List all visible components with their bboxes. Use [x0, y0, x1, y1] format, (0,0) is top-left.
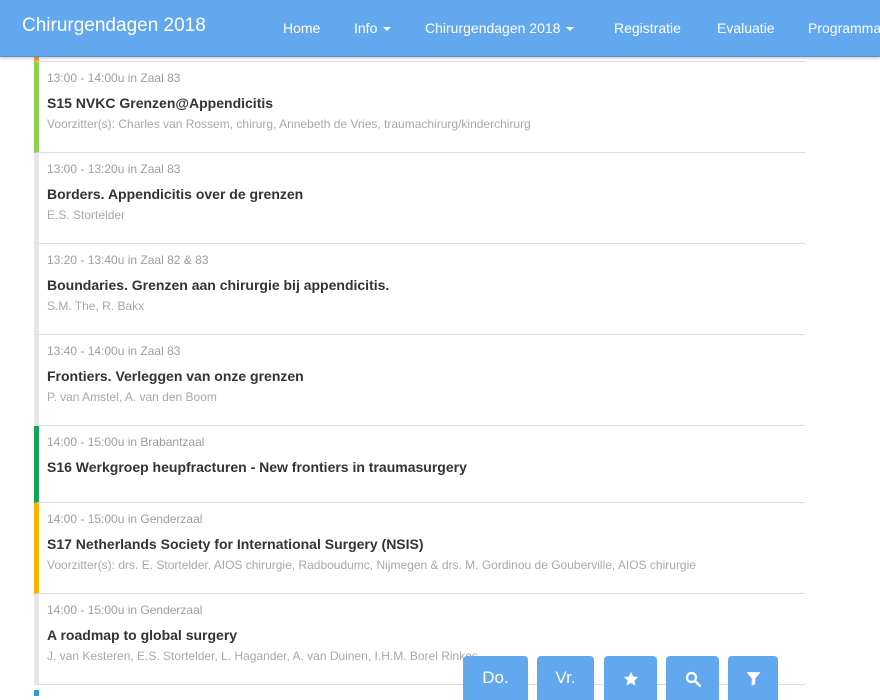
session-time: 14:00 - 15:00u in Brabantzaal: [47, 435, 205, 449]
session-title: S15 NVKC Grenzen@Appendicitis: [47, 95, 274, 111]
nav-chirurgendagen-label: Chirurgendagen 2018: [425, 20, 561, 36]
session-time: 14:00 - 15:00u in Genderzaal: [47, 512, 203, 526]
search-button[interactable]: [666, 656, 719, 700]
session-speakers: E.S. Stortelder: [47, 208, 126, 222]
session-speakers: Voorzitter(s): drs. E. Stortelder, AIOS …: [47, 558, 696, 572]
caret-down-icon: [566, 27, 575, 32]
next-session-edge: [34, 690, 39, 696]
top-navbar: Chirurgendagen 2018 Home Info Chirurgend…: [0, 0, 880, 57]
search-icon: [685, 671, 701, 687]
session-time: 13:00 - 14:00u in Zaal 83: [47, 71, 181, 85]
nav-info[interactable]: Info: [354, 20, 392, 36]
session-speakers: P. van Amstel, A. van den Boom: [47, 390, 217, 404]
session-speakers: Voorzitter(s): Charles van Rossem, chiru…: [47, 117, 531, 131]
session-list: 13:00 - 14:00u in Zaal 83 S15 NVKC Grenz…: [34, 56, 805, 685]
star-icon: [623, 671, 638, 685]
filter-icon: [745, 672, 761, 686]
session-item[interactable]: 13:20 - 13:40u in Zaal 82 & 83 Boundarie…: [34, 244, 805, 335]
session-item[interactable]: 13:00 - 14:00u in Zaal 83 S15 NVKC Grenz…: [34, 62, 805, 153]
session-time: 14:00 - 15:00u in Genderzaal: [47, 603, 203, 617]
nav-programma[interactable]: Programma: [808, 20, 880, 36]
brand-title[interactable]: Chirurgendagen 2018: [22, 15, 206, 37]
session-title: Frontiers. Verleggen van onze grenzen: [47, 368, 304, 384]
favorites-button[interactable]: [604, 656, 657, 700]
session-speakers: J. van Kesteren, E.S. Stortelder, L. Hag…: [47, 649, 478, 663]
session-item[interactable]: 13:40 - 14:00u in Zaal 83 Frontiers. Ver…: [34, 335, 805, 426]
day-thursday-button[interactable]: Do.: [463, 656, 528, 700]
session-title: S17 Netherlands Society for Internationa…: [47, 536, 424, 552]
nav-evaluatie[interactable]: Evaluatie: [717, 20, 775, 36]
session-item[interactable]: 14:00 - 15:00u in Genderzaal S17 Netherl…: [34, 503, 805, 594]
session-speakers: S.M. The, R. Bakx: [47, 299, 145, 313]
session-title: S16 Werkgroep heupfracturen - New fronti…: [47, 459, 467, 475]
session-time: 13:00 - 13:20u in Zaal 83: [47, 162, 181, 176]
filter-button[interactable]: [728, 656, 778, 700]
nav-info-label: Info: [354, 20, 378, 36]
session-title: A roadmap to global surgery: [47, 627, 238, 643]
session-title: Borders. Appendicitis over de grenzen: [47, 186, 304, 202]
session-time: 13:20 - 13:40u in Zaal 82 & 83: [47, 253, 209, 267]
nav-chirurgendagen[interactable]: Chirurgendagen 2018: [425, 20, 575, 36]
session-title: Boundaries. Grenzen aan chirurgie bij ap…: [47, 277, 390, 293]
caret-down-icon: [383, 27, 392, 32]
session-item[interactable]: 13:00 - 13:20u in Zaal 83 Borders. Appen…: [34, 153, 805, 244]
session-item[interactable]: 14:00 - 15:00u in Brabantzaal S16 Werkgr…: [34, 426, 805, 503]
session-time: 13:40 - 14:00u in Zaal 83: [47, 344, 181, 358]
day-friday-button[interactable]: Vr.: [537, 656, 594, 700]
nav-home[interactable]: Home: [283, 20, 320, 36]
nav-registratie[interactable]: Registratie: [614, 20, 681, 36]
